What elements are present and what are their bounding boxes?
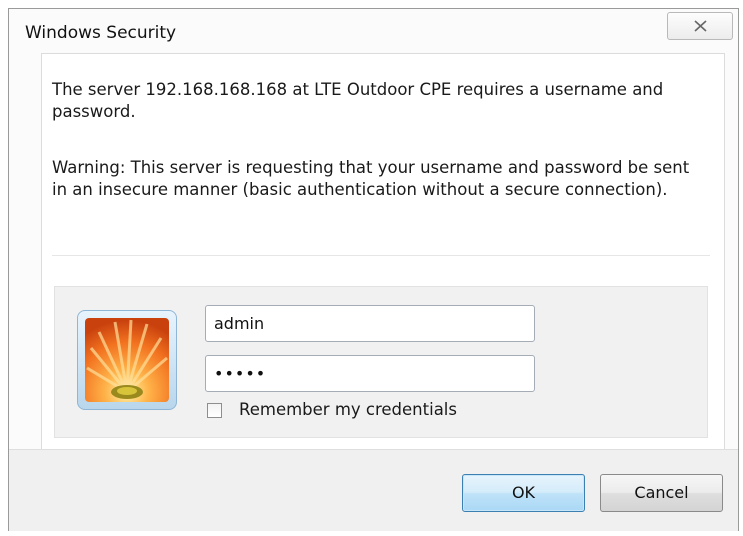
credential-panel: Remember my credentials <box>54 286 708 438</box>
cancel-button[interactable]: Cancel <box>600 474 723 512</box>
close-button[interactable] <box>667 12 733 40</box>
security-dialog: Windows Security The server 192.168.168.… <box>8 8 739 531</box>
username-input[interactable] <box>205 305 535 342</box>
ok-button[interactable]: OK <box>462 474 585 512</box>
flower-icon <box>85 318 169 402</box>
server-message: The server 192.168.168.168 at LTE Outdoo… <box>52 80 664 121</box>
divider <box>52 255 710 256</box>
dialog-title: Windows Security <box>25 23 177 43</box>
dialog-content: The server 192.168.168.168 at LTE Outdoo… <box>41 53 725 449</box>
remember-label: Remember my credentials <box>239 400 457 419</box>
password-input[interactable] <box>205 355 535 392</box>
remember-checkbox[interactable] <box>207 403 222 418</box>
title-bar[interactable]: Windows Security <box>9 9 738 53</box>
button-bar: OK Cancel <box>9 449 738 531</box>
user-tile <box>77 310 177 410</box>
close-icon <box>694 20 707 32</box>
warning-message: Warning: This server is requesting that … <box>52 158 690 199</box>
